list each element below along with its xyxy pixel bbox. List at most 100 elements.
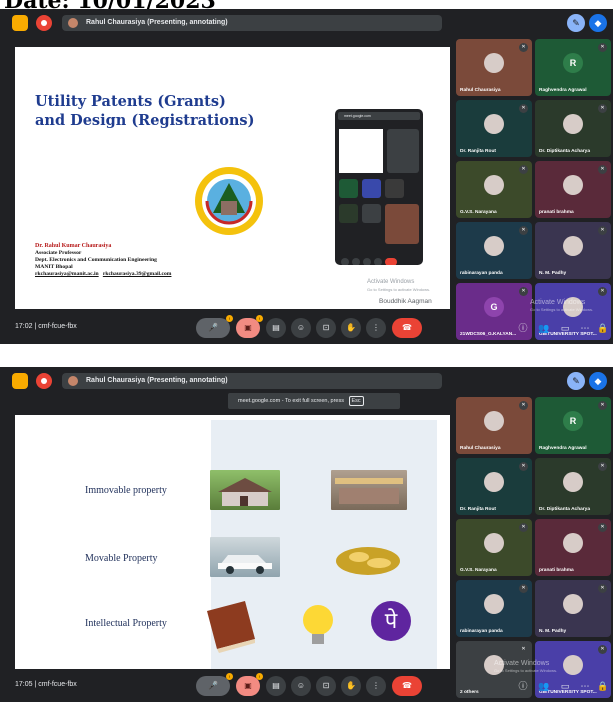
participant-tile[interactable]: R ✕ Raghvendra Agrawal [535, 397, 611, 454]
avatar [484, 236, 504, 256]
captions-button[interactable]: ▤ [266, 318, 286, 338]
participant-tile[interactable]: ✕ N. M. Padhy [535, 580, 611, 637]
presenter-chip[interactable]: Rahul Chaurasiya (Presenting, annotating… [62, 15, 442, 31]
avatar [484, 533, 504, 553]
people-icon[interactable]: 👥 [538, 322, 550, 334]
mic-button[interactable]: 🎤! [196, 315, 233, 338]
mic-muted-icon: ✕ [519, 165, 528, 174]
phone-tile [385, 179, 404, 198]
avatar [563, 533, 583, 553]
activate-windows-overlay: Activate Windows Go to Settings to activ… [530, 299, 594, 312]
end-call-button[interactable]: ☎ [392, 318, 422, 338]
camera-off-button[interactable]: ▣! [236, 673, 263, 696]
present-button[interactable]: ⊡ [316, 318, 336, 338]
present-button[interactable]: ⊡ [316, 676, 336, 696]
participant-tile[interactable]: ✕ rabinarayan panda [456, 222, 532, 279]
mic-muted-icon: ✕ [519, 287, 528, 296]
participant-tile[interactable]: ✕ pranati brahma [535, 161, 611, 218]
participant-name: Rahul Chaurasiya [460, 446, 501, 451]
participant-name: Dr. Diptikanta Acharya [539, 149, 591, 154]
author-inst: MANIT Bhopal [35, 264, 73, 270]
captions-button[interactable]: ▤ [266, 676, 286, 696]
mic-button[interactable]: 🎤! [196, 673, 233, 696]
avatar [563, 236, 583, 256]
avatar [68, 18, 78, 28]
clock-time: 17:02 [15, 323, 33, 330]
lock-icon[interactable]: 🔒 [597, 680, 609, 692]
email-link-1[interactable]: rkchaurasiya@manit.ac.in [35, 271, 99, 277]
chat-icon[interactable]: ▭ [559, 680, 571, 692]
meeting-info: 17:02 | cmf-fcue-fbx [15, 323, 77, 330]
top-bar: Rahul Chaurasiya (Presenting, annotating… [0, 9, 613, 35]
participant-name: rabinarayan panda [460, 271, 503, 276]
participant-tile[interactable]: ✕ Dr. Ranjita Rout [456, 100, 532, 157]
chat-icon[interactable]: ▭ [559, 322, 571, 334]
participant-tile[interactable]: ✕ G.V.S. Narayana [456, 519, 532, 576]
more-options-button[interactable]: ⋮ [366, 676, 386, 696]
phone-controls [341, 253, 417, 265]
participant-name: rabinarayan panda [460, 629, 503, 634]
presenter-chip[interactable]: Rahul Chaurasiya (Presenting, annotating… [62, 373, 442, 389]
annotate-pen-icon[interactable]: ✎ [567, 14, 585, 32]
mic-muted-icon: ✕ [519, 462, 528, 471]
clock-time: 17:05 [15, 681, 33, 688]
raise-hand-button[interactable]: ✋ [341, 318, 361, 338]
share-icon[interactable]: ◆ [589, 372, 607, 390]
record-icon[interactable] [36, 373, 52, 389]
activities-icon[interactable]: ⋯ [579, 322, 591, 334]
participant-tile[interactable]: ✕ Rahul Chaurasiya [456, 397, 532, 454]
raise-hand-button[interactable]: ✋ [341, 676, 361, 696]
phone-slide-thumb [339, 129, 383, 173]
participant-tile[interactable]: ✕ Dr. Diptikanta Acharya [535, 458, 611, 515]
activities-icon[interactable]: ⋯ [579, 680, 591, 692]
slide-row-intellectual: Intellectual Property [85, 618, 167, 629]
participant-name: Dr. Ranjita Rout [460, 507, 496, 512]
participant-tile[interactable]: ✕ G.V.S. Narayana [456, 161, 532, 218]
lock-icon[interactable]: 🔒 [597, 322, 609, 334]
email-link-2[interactable]: rkchaurasiya.39@gmail.com [103, 271, 172, 277]
top-bar: Rahul Chaurasiya (Presenting, annotating… [0, 367, 613, 393]
avatar [68, 376, 78, 386]
participant-name: Rahul Chaurasiya [460, 88, 501, 93]
participant-tile[interactable]: ✕ Dr. Diptikanta Acharya [535, 100, 611, 157]
annotate-pen-icon[interactable]: ✎ [567, 372, 585, 390]
phone-screenshot: meet.google.com [335, 109, 423, 265]
emoji-button[interactable]: ☺ [291, 676, 311, 696]
phone-tile [385, 204, 419, 244]
emoji-button[interactable]: ☺ [291, 318, 311, 338]
avatar [484, 114, 504, 134]
participant-name: G.V.S. Narayana [460, 568, 497, 573]
folder-icon[interactable] [12, 373, 28, 389]
meeting-info: 17:05 | cmf-fcue-fbx [15, 681, 77, 688]
end-call-button[interactable]: ☎ [392, 676, 422, 696]
phone-tile [362, 179, 381, 198]
phone-tile [387, 129, 419, 173]
meeting-code: cmf-fcue-fbx [38, 323, 77, 330]
house-image [210, 470, 280, 510]
people-icon[interactable]: 👥 [538, 680, 550, 692]
camera-off-button[interactable]: ▣! [236, 315, 263, 338]
participant-name: G.V.S. Narayana [460, 210, 497, 215]
participant-tile[interactable]: R ✕ Raghvendra Agrawal [535, 39, 611, 96]
slide-row-movable: Movable Property [85, 553, 158, 564]
participant-tile[interactable]: ✕ Dr. Ranjita Rout [456, 458, 532, 515]
info-icon[interactable]: ⓘ [517, 680, 529, 692]
fullscreen-tooltip: meet.google.com - To exit full screen, p… [228, 393, 400, 409]
more-options-button[interactable]: ⋮ [366, 318, 386, 338]
avatar [484, 411, 504, 431]
participant-tile[interactable]: ✕ N. M. Padhy [535, 222, 611, 279]
folder-icon[interactable] [12, 15, 28, 31]
esc-key: Esc [348, 396, 364, 406]
slide-title-line2: and Design (Registrations) [35, 112, 255, 129]
slide-row-immovable: Immovable property [85, 485, 167, 496]
participant-tile[interactable]: ✕ pranati brahma [535, 519, 611, 576]
avatar [563, 175, 583, 195]
record-icon[interactable] [36, 15, 52, 31]
participant-name: N. M. Padhy [539, 629, 567, 634]
meet-window-2: Rahul Chaurasiya (Presenting, annotating… [0, 367, 613, 702]
share-icon[interactable]: ◆ [589, 14, 607, 32]
info-icon[interactable]: ⓘ [517, 322, 529, 334]
bulb-image [297, 600, 339, 650]
participant-tile[interactable]: ✕ rabinarayan panda [456, 580, 532, 637]
participant-tile[interactable]: ✕ Rahul Chaurasiya [456, 39, 532, 96]
